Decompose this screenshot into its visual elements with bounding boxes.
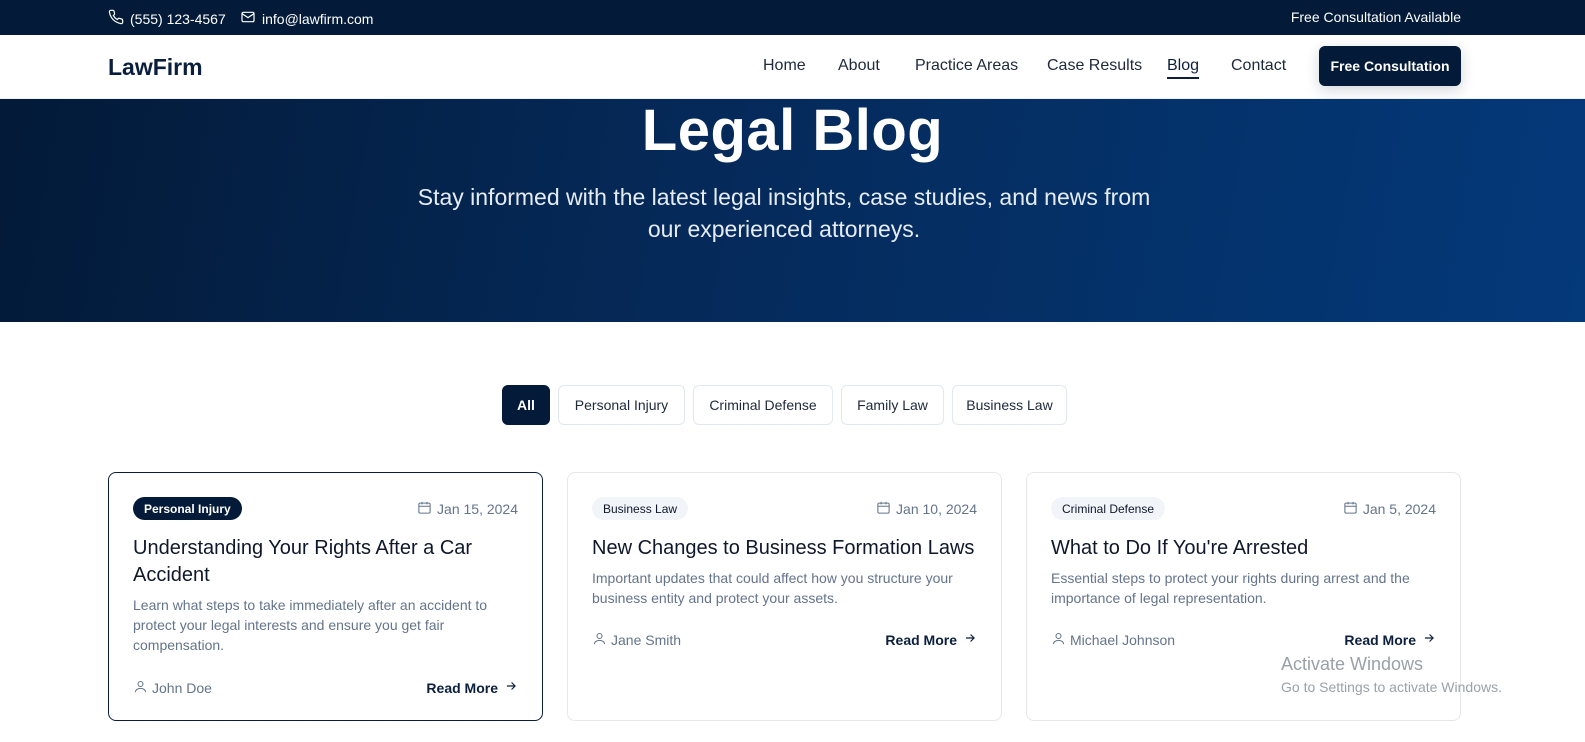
post-title[interactable]: What to Do If You're Arrested [1051, 535, 1436, 562]
phone-number: (555) 123-4567 [130, 10, 226, 27]
category-badge: Criminal Defense [1051, 497, 1166, 520]
read-more-link[interactable]: Read More [426, 679, 518, 696]
filter-family-law[interactable]: Family Law [841, 385, 944, 425]
nav-about[interactable]: About [838, 57, 880, 75]
post-excerpt: Essential steps to protect your rights d… [1051, 570, 1410, 606]
post-excerpt: Learn what steps to take immediately aft… [133, 597, 488, 653]
free-consultation-button[interactable]: Free Consultation [1319, 46, 1461, 86]
post-date-text: Jan 15, 2024 [437, 501, 518, 517]
calendar-icon [1343, 500, 1358, 518]
user-icon [133, 679, 148, 697]
read-more-label: Read More [1344, 631, 1416, 648]
post-title[interactable]: Understanding Your Rights After a Car Ac… [133, 535, 518, 589]
arrow-right-icon [504, 679, 518, 696]
calendar-icon [417, 500, 432, 518]
read-more-label: Read More [426, 679, 498, 696]
category-badge: Business Law [592, 497, 689, 520]
post-author: Michael Johnson [1051, 631, 1175, 649]
post-author: John Doe [133, 679, 212, 697]
read-more-link[interactable]: Read More [1344, 631, 1436, 648]
post-date-text: Jan 10, 2024 [896, 501, 977, 517]
post-date: Jan 10, 2024 [876, 500, 977, 518]
main-navbar: LawFirm Home About Practice Areas Case R… [0, 35, 1585, 99]
post-date: Jan 15, 2024 [417, 500, 518, 518]
watermark-title: Activate Windows [1281, 654, 1424, 674]
author-name: Jane Smith [611, 632, 682, 648]
filter-criminal-defense[interactable]: Criminal Defense [693, 385, 833, 425]
nav-case-results[interactable]: Case Results [1047, 57, 1142, 75]
read-more-label: Read More [885, 631, 957, 648]
post-date: Jan 5, 2024 [1343, 500, 1436, 518]
user-icon [1051, 631, 1066, 649]
post-author: Jane Smith [592, 631, 681, 649]
user-icon [592, 631, 607, 649]
nav-blog[interactable]: Blog [1167, 57, 1200, 79]
filter-business-law[interactable]: Business Law [952, 385, 1067, 425]
logo[interactable]: LawFirm [108, 54, 203, 81]
hero-section: Legal Blog Stay informed with the latest… [0, 98, 1585, 322]
watermark-subtitle: Go to Settings to activate Windows. [1281, 679, 1502, 695]
post-title[interactable]: New Changes to Business Formation Laws [592, 535, 977, 562]
nav-contact[interactable]: Contact [1231, 57, 1286, 75]
filter-all[interactable]: All [502, 385, 550, 425]
nav-home[interactable]: Home [763, 57, 806, 75]
arrow-right-icon [963, 631, 977, 648]
mail-icon [240, 9, 256, 28]
top-bar: (555) 123-4567 info@lawfirm.com Free Con… [0, 0, 1585, 35]
consultation-note: Free Consultation Available [1290, 9, 1461, 25]
email-address: info@lawfirm.com [262, 10, 374, 27]
hero-subtitle: Stay informed with the latest legal insi… [417, 184, 1151, 242]
blog-card[interactable]: Personal Injury Jan 15, 2024 Understandi… [108, 472, 543, 721]
read-more-link[interactable]: Read More [885, 631, 977, 648]
author-name: John Doe [152, 680, 212, 696]
arrow-right-icon [1422, 631, 1436, 648]
category-badge: Personal Injury [133, 497, 242, 520]
page-title: Legal Blog [641, 98, 944, 163]
phone-contact[interactable]: (555) 123-4567 [108, 9, 226, 28]
category-filters: All Personal Injury Criminal Defense Fam… [0, 385, 1585, 425]
filter-personal-injury[interactable]: Personal Injury [558, 385, 685, 425]
calendar-icon [876, 500, 891, 518]
post-excerpt: Important updates that could affect how … [592, 570, 953, 606]
post-date-text: Jan 5, 2024 [1362, 501, 1436, 517]
author-name: Michael Johnson [1070, 632, 1176, 648]
activation-watermark: Activate Windows Go to Settings to activ… [1281, 654, 1502, 695]
email-contact[interactable]: info@lawfirm.com [240, 9, 373, 28]
phone-icon [108, 9, 124, 28]
blog-card[interactable]: Business Law Jan 10, 2024 New Changes to… [567, 472, 1002, 721]
nav-practice-areas[interactable]: Practice Areas [915, 57, 1018, 75]
